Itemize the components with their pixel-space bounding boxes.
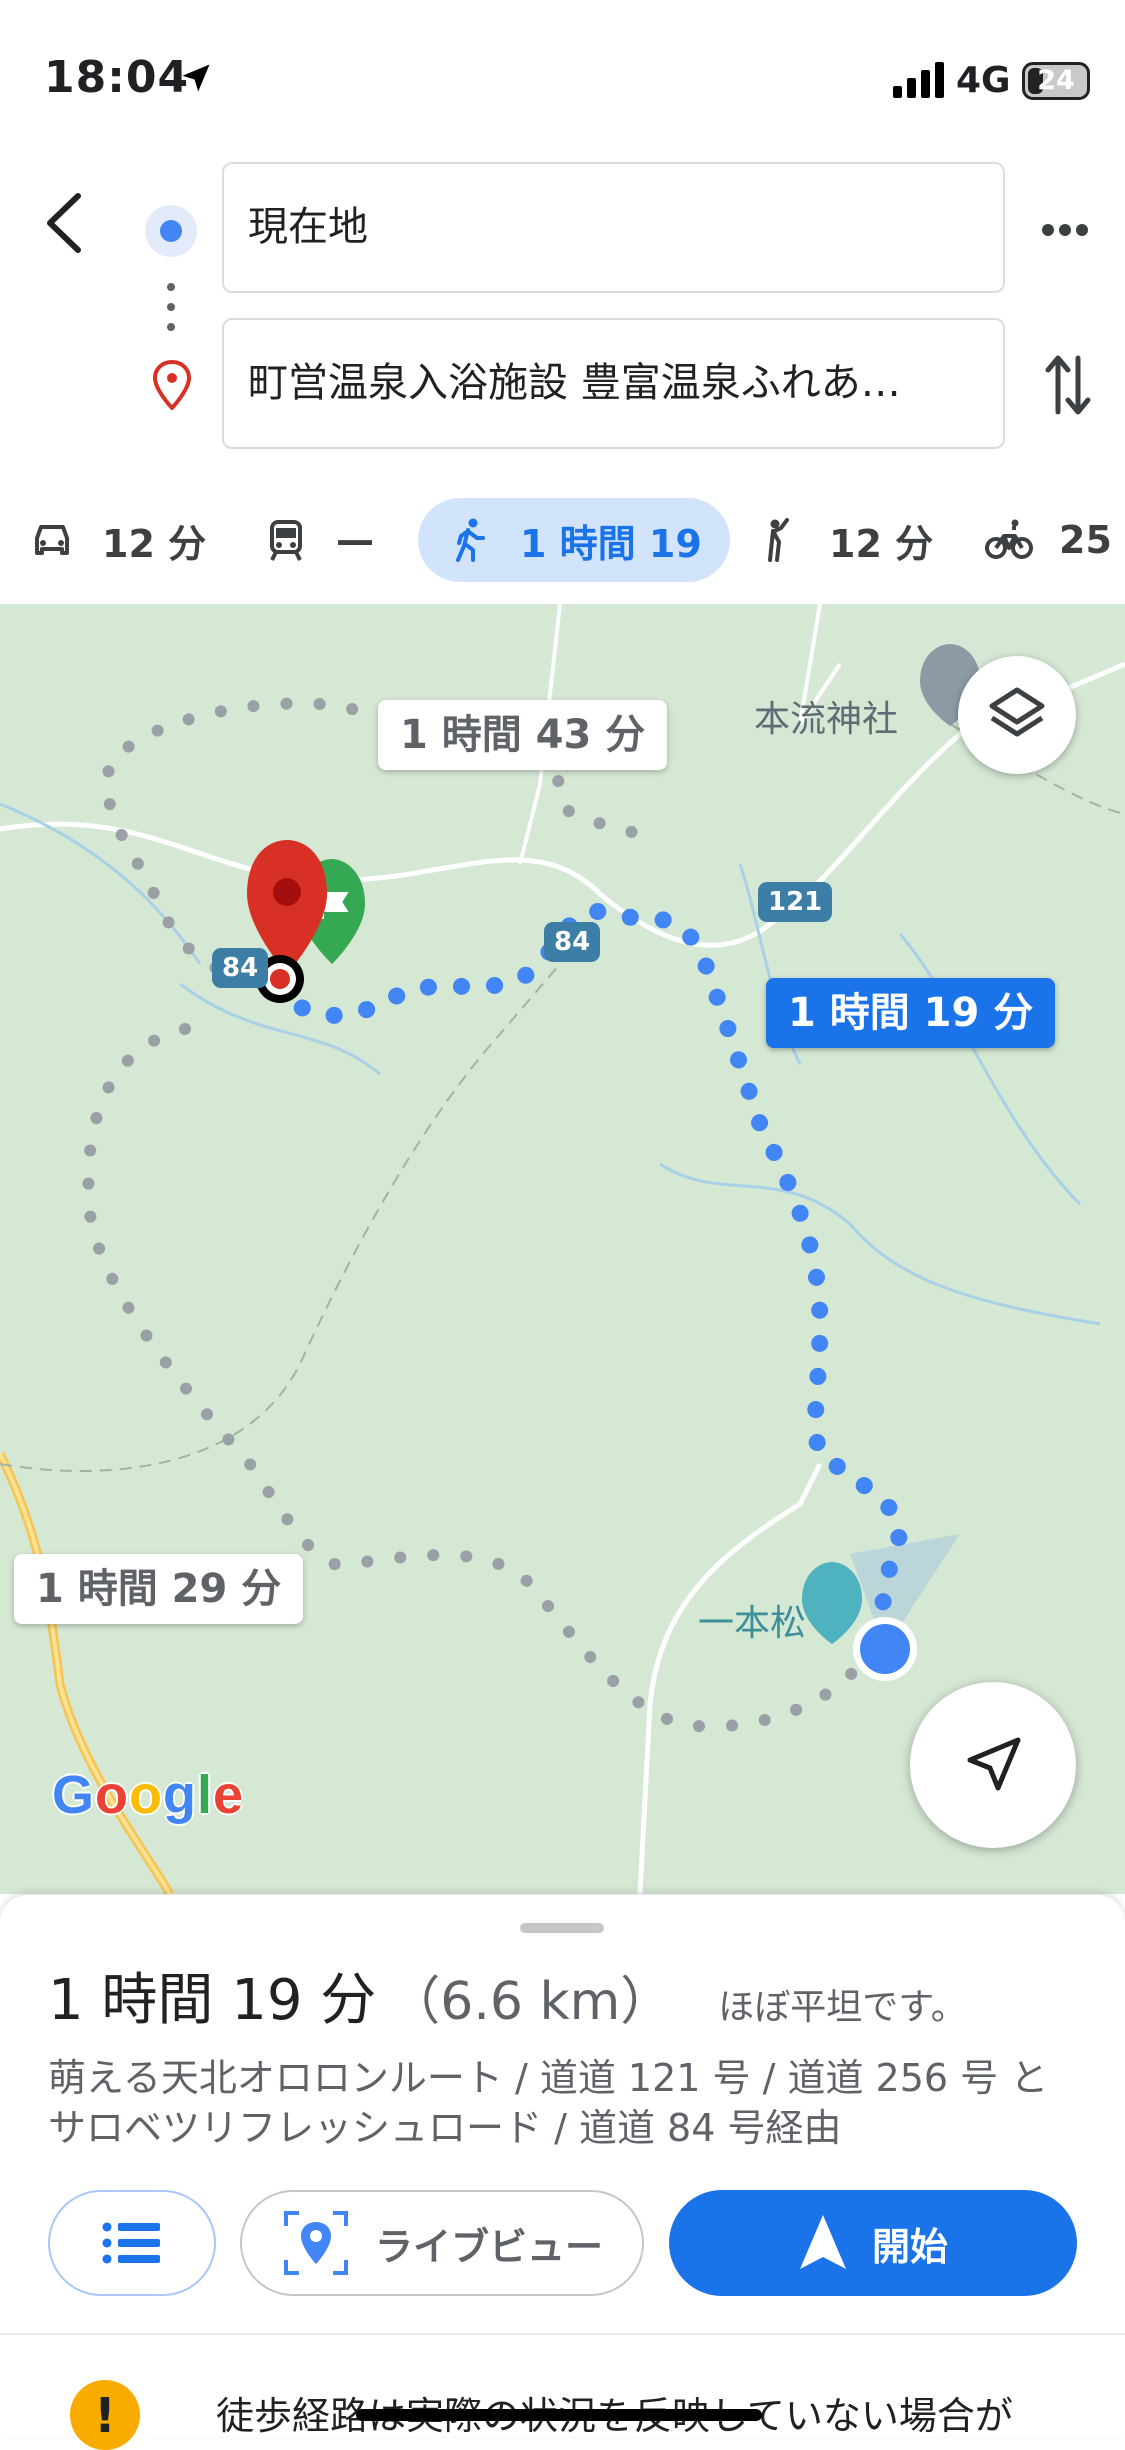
route-duration: 1 時間 19 分 (48, 1968, 377, 2033)
live-view-icon (283, 2211, 348, 2275)
tab-transit-label: — (336, 518, 374, 562)
origin-dot-icon (145, 205, 197, 257)
tab-transit[interactable]: — (262, 498, 374, 582)
list-icon (102, 2222, 160, 2264)
route-terrain: ほぼ平坦です。 (718, 1987, 967, 2028)
place-label-shrine[interactable]: 本流神社 (754, 690, 898, 742)
battery-icon: 24 (1022, 62, 1090, 100)
train-icon (270, 520, 302, 561)
destination-pin-icon (152, 360, 192, 410)
signal-icon (893, 62, 944, 98)
tab-car[interactable]: 12 分 (28, 498, 206, 582)
alt-route-label-2[interactable]: 1 時間 29 分 (14, 1554, 304, 1624)
tab-walk-label: 1 時間 19 (520, 521, 702, 566)
route-via: 萌える天北オロロンルート / 道道 121 号 / 道道 256 号 と サロベ… (48, 2056, 1049, 2150)
network-type: 4G (956, 60, 1011, 101)
route-distance: （6.6 km） (388, 1972, 673, 2032)
car-icon (35, 525, 69, 555)
road-121-shield: 121 (758, 882, 833, 922)
walk-icon (456, 518, 485, 562)
live-view-button[interactable]: ライブビュー (240, 2190, 644, 2296)
my-location-button[interactable] (910, 1682, 1076, 1848)
destination-field[interactable]: 町営温泉入浴施設 豊富温泉ふれあ… (222, 318, 1005, 449)
layers-button[interactable] (958, 656, 1076, 774)
route-summary: 1 時間 19 分（6.6 km） ほぼ平坦です。 (48, 1955, 967, 2036)
travel-mode-tabs: 12 分 — 1 時間 19 12 分 25 (0, 490, 1125, 590)
navigation-icon (799, 2215, 846, 2269)
swap-icon[interactable] (1045, 352, 1091, 418)
place-label-pine[interactable]: 一本松 (698, 1594, 806, 1646)
warning-icon: ! (70, 2380, 140, 2450)
more-options-icon[interactable] (1040, 210, 1090, 250)
battery-level: 24 (1037, 65, 1075, 96)
origin-field[interactable]: 現在地 (222, 162, 1005, 293)
tab-ride[interactable]: 12 分 (755, 498, 933, 582)
live-view-label: ライブビュー (374, 2224, 603, 2269)
google-logo: Google (52, 1765, 245, 1825)
back-arrow-icon[interactable] (40, 190, 90, 256)
tab-ride-label: 12 分 (829, 521, 934, 566)
start-label: 開始 (871, 2224, 948, 2269)
sheet-handle[interactable] (520, 1923, 604, 1933)
home-indicator[interactable] (356, 2409, 762, 2421)
layers-icon (989, 687, 1045, 737)
tab-car-label: 12 分 (102, 521, 207, 566)
map-view[interactable]: 84 84 121 1 時間 43 分 1 時間 19 分 1 時間 29 分 … (0, 604, 1125, 1894)
steps-button[interactable] (48, 2190, 216, 2296)
road-84-shield-west: 84 (212, 948, 269, 988)
navigation-arrow-icon (967, 1737, 1021, 1791)
route-summary-sheet: 1 時間 19 分（6.6 km） ほぼ平坦です。 萌える天北オロロンルート / … (0, 1895, 1125, 2450)
tab-bike-label: 25 (1059, 518, 1112, 562)
tab-walk[interactable]: 1 時間 19 (418, 498, 730, 582)
start-button[interactable]: 開始 (669, 2190, 1077, 2296)
status-time: 18:04 (44, 52, 190, 103)
main-route-label[interactable]: 1 時間 19 分 (766, 978, 1056, 1048)
tab-bike[interactable]: 25 (985, 498, 1112, 582)
divider (0, 2333, 1125, 2335)
ride-hail-icon (768, 518, 789, 562)
route-connector-icon (167, 283, 175, 331)
location-arrow-icon (182, 64, 210, 92)
road-84-shield: 84 (544, 922, 601, 962)
status-bar: 18:04 4G 24 (0, 0, 1125, 150)
bike-icon (985, 519, 1033, 559)
alt-route-label-1[interactable]: 1 時間 43 分 (378, 700, 668, 770)
